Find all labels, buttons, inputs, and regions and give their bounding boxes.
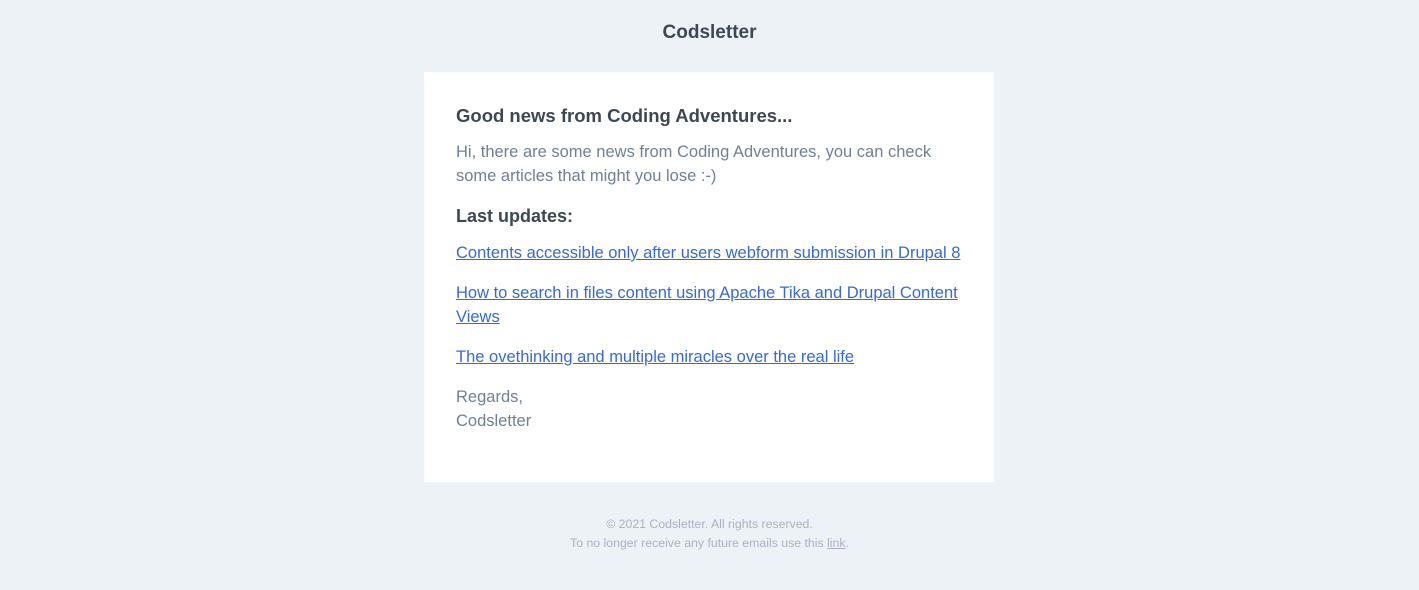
email-page: Codsletter Good news from Coding Adventu… xyxy=(0,0,1419,590)
unsubscribe-suffix: . xyxy=(845,536,849,550)
signature-text: Codsletter xyxy=(456,412,532,430)
email-footer: © 2021 Codsletter. All rights reserved. … xyxy=(0,515,1419,553)
regards-text: Regards, xyxy=(456,388,523,406)
email-heading: Good news from Coding Adventures... xyxy=(456,105,793,126)
email-card: Good news from Coding Adventures... Hi, … xyxy=(424,72,994,482)
unsubscribe-text: To no longer receive any future emails u… xyxy=(570,536,828,550)
article-link-1[interactable]: Contents accessible only after users web… xyxy=(456,241,962,265)
updates-heading: Last updates: xyxy=(456,206,574,226)
unsubscribe-link[interactable]: link xyxy=(827,536,845,550)
unsubscribe-line: To no longer receive any future emails u… xyxy=(0,534,1419,553)
copyright-text: © 2021 Codsletter. All rights reserved. xyxy=(606,517,813,531)
signoff: Regards, Codsletter xyxy=(456,385,962,433)
article-link-2[interactable]: How to search in files content using Apa… xyxy=(456,281,962,329)
article-link-3[interactable]: The ovethinking and multiple miracles ov… xyxy=(456,345,962,369)
email-intro: Hi, there are some news from Coding Adve… xyxy=(456,143,932,185)
brand-title[interactable]: Codsletter xyxy=(0,21,1419,45)
